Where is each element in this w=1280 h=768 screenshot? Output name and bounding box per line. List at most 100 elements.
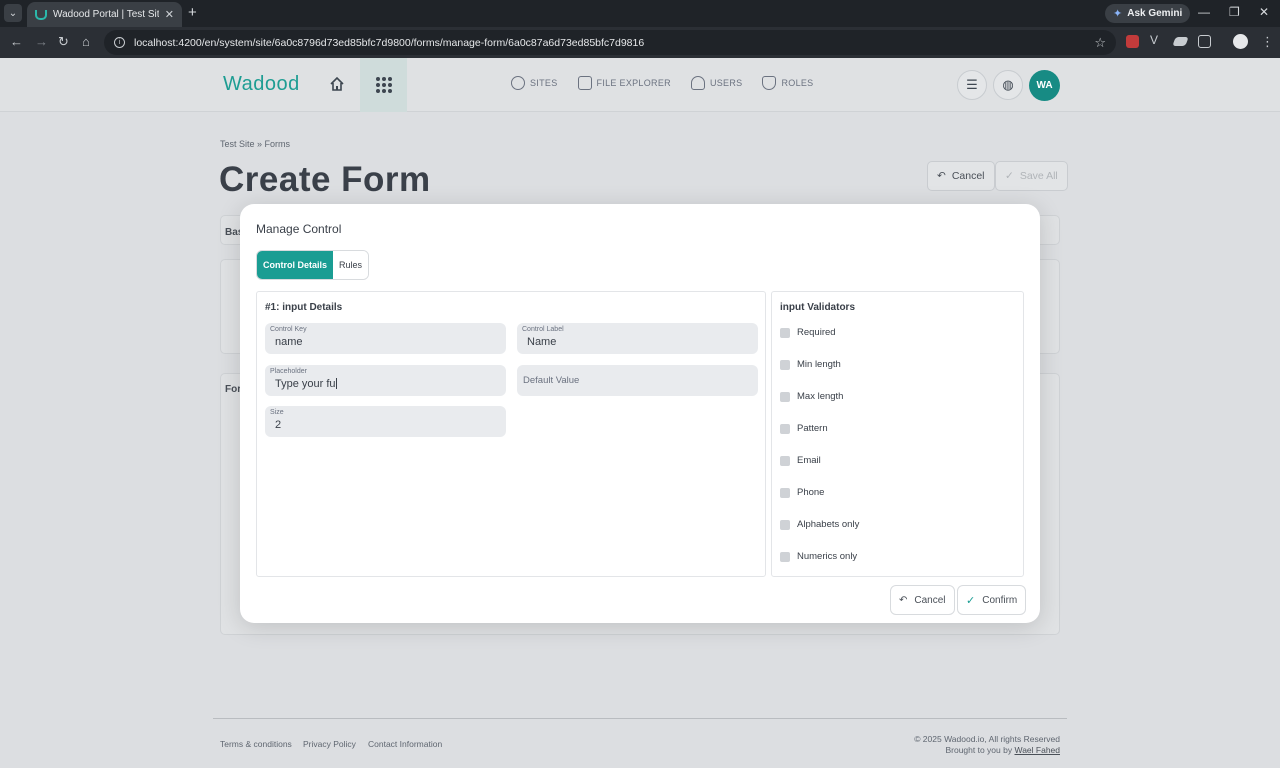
validator-label: Required	[797, 327, 836, 338]
brought-by-line: Brought to you by Wael Fahed	[914, 745, 1060, 756]
nav-roles-label: ROLES	[781, 78, 814, 88]
checkbox[interactable]	[780, 423, 790, 434]
checkbox[interactable]	[780, 455, 790, 466]
footer-divider	[213, 718, 1067, 719]
language-button[interactable]: ◍	[993, 70, 1023, 100]
validator-pattern[interactable]: Pattern	[780, 423, 828, 434]
control-key-field[interactable]: Control Key name	[265, 323, 506, 354]
tab-control-details[interactable]: Control Details	[257, 251, 334, 279]
close-tab-icon[interactable]: ✕	[165, 8, 174, 21]
size-value[interactable]: 2	[275, 419, 281, 431]
shield-icon	[762, 76, 777, 90]
footer-privacy-link[interactable]: Privacy Policy	[303, 739, 356, 749]
ask-gemini-button[interactable]: ✦ Ask Gemini	[1105, 4, 1191, 23]
page-title: Create Form	[219, 160, 431, 199]
home-browser-icon[interactable]: ⌂	[82, 34, 90, 49]
tab-rules[interactable]: Rules	[333, 251, 369, 279]
user-avatar[interactable]: WA	[1029, 70, 1060, 101]
validator-phone[interactable]: Phone	[780, 487, 824, 498]
brought-by-text: Brought to you by	[945, 745, 1013, 755]
tab-list-icon[interactable]: ⌄	[4, 4, 22, 22]
validator-min-length[interactable]: Min length	[780, 359, 841, 370]
reload-icon[interactable]: ↻	[58, 34, 69, 50]
modal-cancel-button[interactable]: ↶ Cancel	[890, 585, 955, 615]
details-heading: #1: input Details	[265, 302, 343, 313]
placeholder-value[interactable]: Type your fu	[275, 378, 336, 390]
back-icon[interactable]: ←	[10, 34, 23, 49]
manage-control-modal: Manage Control Control Details Rules #1:…	[240, 204, 1040, 623]
restore-icon[interactable]: ❐	[1229, 5, 1240, 19]
browser-tab[interactable]: Wadood Portal | Test Site - Crea ✕	[27, 2, 182, 27]
browser-menu-icon[interactable]: ⋮	[1261, 34, 1274, 50]
modal-cancel-label: Cancel	[914, 594, 946, 606]
author-link[interactable]: Wael Fahed	[1014, 745, 1060, 755]
validator-alphabets-only[interactable]: Alphabets only	[780, 519, 859, 530]
checkbox[interactable]	[780, 519, 790, 530]
default-value-placeholder: Default Value	[523, 375, 580, 386]
database-icon: ☰	[966, 77, 978, 92]
globe-icon	[511, 76, 525, 90]
address-bar[interactable]: i localhost:4200/en/system/site/6a0c8796…	[104, 30, 1116, 55]
browser-toolbar: ← → ↻ ⌂ i localhost:4200/en/system/site/…	[0, 27, 1280, 58]
form-controls-label: For	[225, 384, 242, 395]
validator-label: Alphabets only	[797, 519, 860, 530]
main-nav: SITES FILE EXPLORER USERS ROLES	[511, 76, 813, 90]
bookmark-star-icon[interactable]: ☆	[1094, 35, 1106, 51]
validator-label: Phone	[797, 487, 825, 498]
nav-sites-label: SITES	[530, 78, 558, 88]
browser-tab-bar: ⌄ Wadood Portal | Test Site - Crea ✕ + ✦…	[0, 0, 1280, 27]
undo-icon: ↶	[937, 170, 946, 182]
profile-icon[interactable]	[1233, 34, 1248, 49]
folder-icon	[577, 76, 592, 90]
wadood-logo[interactable]: Wadood	[223, 73, 300, 96]
control-label-label: Control Label	[522, 326, 564, 333]
placeholder-label: Placeholder	[270, 368, 307, 375]
control-key-value[interactable]: name	[275, 336, 303, 348]
nav-users[interactable]: USERS	[690, 76, 743, 90]
database-button[interactable]: ☰	[957, 70, 987, 100]
control-label-field[interactable]: Control Label Name	[517, 323, 758, 354]
size-label: Size	[270, 409, 284, 416]
validator-max-length[interactable]: Max length	[780, 391, 843, 402]
nav-file-explorer[interactable]: FILE EXPLORER	[577, 76, 671, 90]
extension-v-icon[interactable]: V	[1150, 33, 1163, 47]
url-text[interactable]: localhost:4200/en/system/site/6a0c8796d7…	[134, 37, 644, 49]
confirm-button[interactable]: ✓ Confirm	[957, 585, 1027, 615]
page-cancel-button[interactable]: ↶ Cancel	[927, 161, 995, 191]
close-window-icon[interactable]: ✕	[1259, 5, 1269, 19]
checkbox[interactable]	[780, 487, 790, 498]
validators-panel: input Validators Required Min length Max…	[771, 291, 1024, 577]
checkbox[interactable]	[780, 551, 790, 562]
home-icon[interactable]	[329, 76, 345, 92]
site-info-icon[interactable]: i	[114, 37, 125, 48]
new-tab-button[interactable]: +	[188, 4, 197, 21]
forward-icon[interactable]: →	[35, 34, 48, 49]
control-label-value[interactable]: Name	[527, 336, 556, 348]
extension-tag-icon[interactable]	[1172, 37, 1189, 46]
apps-menu-button[interactable]	[360, 58, 407, 112]
nav-sites[interactable]: SITES	[511, 76, 558, 90]
checkbox[interactable]	[780, 359, 790, 370]
validator-email[interactable]: Email	[780, 455, 821, 466]
validator-label: Max length	[797, 391, 844, 402]
default-value-field[interactable]: Default Value	[517, 365, 758, 396]
footer-contact-link[interactable]: Contact Information	[368, 739, 442, 749]
extension-red-icon[interactable]	[1126, 35, 1139, 48]
extensions-puzzle-icon[interactable]	[1198, 35, 1211, 48]
validators-heading: input Validators	[780, 302, 856, 313]
placeholder-value-wrap[interactable]: Type your fu	[275, 378, 337, 390]
save-all-button[interactable]: ✓ Save All	[995, 161, 1068, 191]
minimize-icon[interactable]: —	[1198, 5, 1210, 19]
validator-required[interactable]: Required	[780, 327, 836, 338]
size-field[interactable]: Size 2	[265, 406, 506, 437]
checkbox[interactable]	[780, 391, 790, 402]
validator-label: Min length	[797, 359, 841, 370]
placeholder-field[interactable]: Placeholder Type your fu	[265, 365, 506, 396]
nav-roles[interactable]: ROLES	[762, 76, 813, 90]
checkbox[interactable]	[780, 327, 790, 338]
breadcrumb[interactable]: Test Site » Forms	[220, 139, 290, 149]
app-header: Wadood SITES FILE EXPLORER USERS ROLES ☰…	[0, 58, 1280, 112]
copyright-text: © 2025 Wadood.io, All rights Reserved	[914, 734, 1060, 744]
validator-numerics-only[interactable]: Numerics only	[780, 551, 857, 562]
footer-terms-link[interactable]: Terms & conditions	[220, 739, 292, 749]
